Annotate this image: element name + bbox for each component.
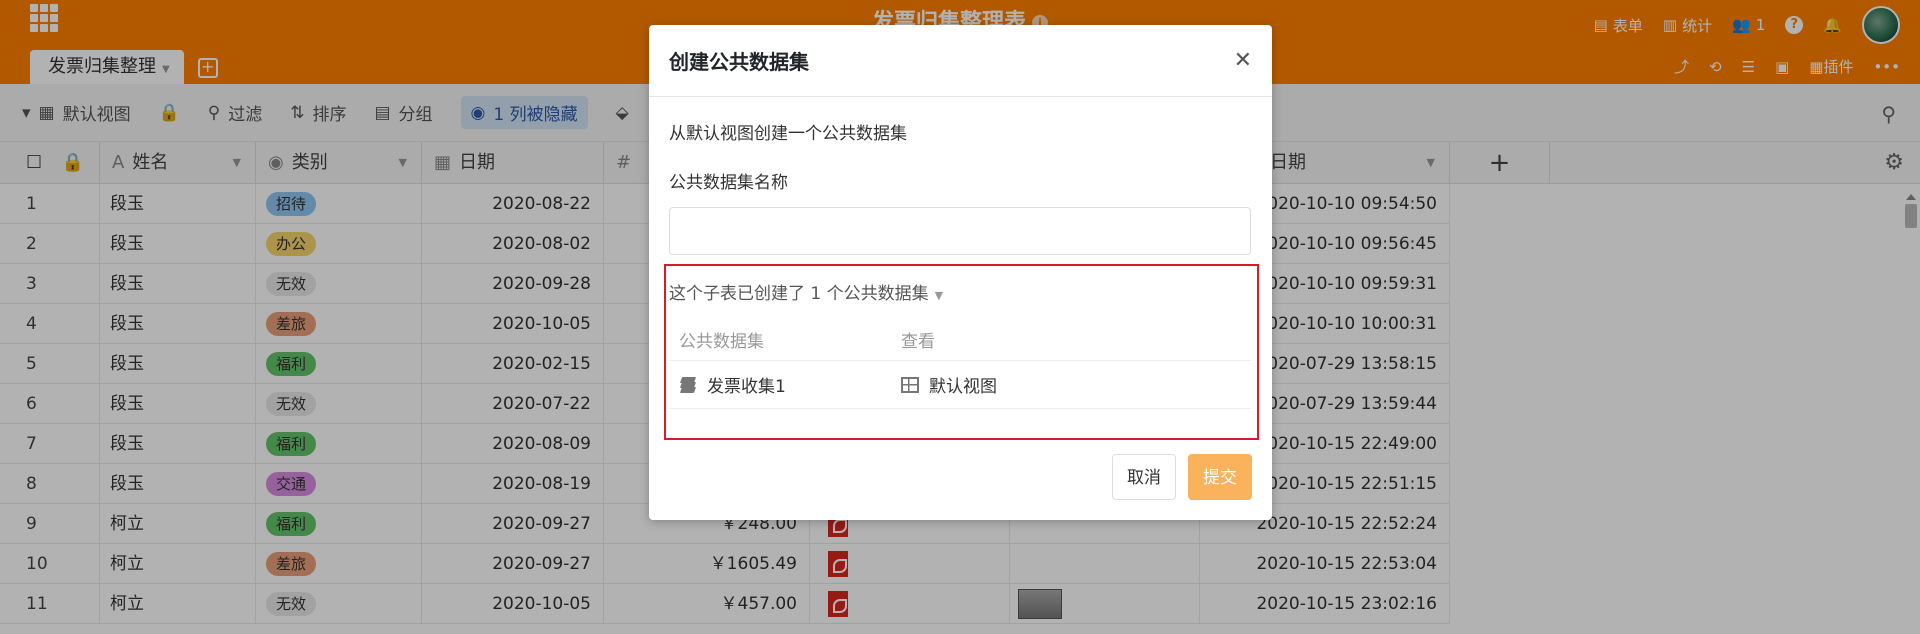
cancel-button[interactable]: 取消 (1112, 454, 1176, 500)
dataset-name: 发票收集1 (707, 377, 786, 397)
close-icon[interactable]: ✕ (1234, 49, 1252, 72)
dialog-header: 创建公共数据集 ✕ (649, 25, 1272, 97)
dialog-footer: 取消 提交 (1112, 454, 1252, 500)
header-dataset: 公共数据集 (679, 332, 764, 352)
create-dataset-dialog: 创建公共数据集 ✕ 从默认视图创建一个公共数据集 公共数据集名称 这个子表已创建… (649, 25, 1272, 520)
existing-datasets-table: 公共数据集 查看 发票收集1 默认视图 (669, 319, 1251, 431)
existing-datasets-summary: 这个子表已创建了 1 个公共数据集 (669, 284, 929, 304)
datasets-table-header: 公共数据集 查看 (669, 319, 1251, 361)
dialog-description: 从默认视图创建一个公共数据集 (669, 124, 907, 144)
dataset-view-name: 默认视图 (929, 377, 997, 397)
caret-down-icon: ▼ (934, 289, 944, 302)
dialog-body: 从默认视图创建一个公共数据集 公共数据集名称 (649, 97, 1272, 275)
submit-button[interactable]: 提交 (1188, 454, 1252, 500)
view-cell: 默认视图 (901, 372, 1251, 397)
dialog-title: 创建公共数据集 (669, 50, 809, 74)
table-spacer (669, 409, 1251, 431)
existing-datasets-toggle[interactable]: 这个子表已创建了 1 个公共数据集 ▼ (669, 279, 943, 304)
table-view-icon (901, 376, 919, 393)
layers-icon (679, 376, 697, 394)
dataset-name-label: 公共数据集名称 (669, 173, 788, 193)
dataset-name-input[interactable] (669, 207, 1251, 255)
table-row[interactable]: 发票收集1 默认视图 (669, 361, 1251, 409)
header-view: 查看 (901, 332, 935, 352)
dataset-cell: 发票收集1 (669, 372, 901, 397)
app: 发票归集整理表 i ▤ 表单 ▥ 统计 👥 1 ? 🔔 发票归集整理 ▼ + ⤴ ⟲ ☰ … (0, 0, 1920, 634)
